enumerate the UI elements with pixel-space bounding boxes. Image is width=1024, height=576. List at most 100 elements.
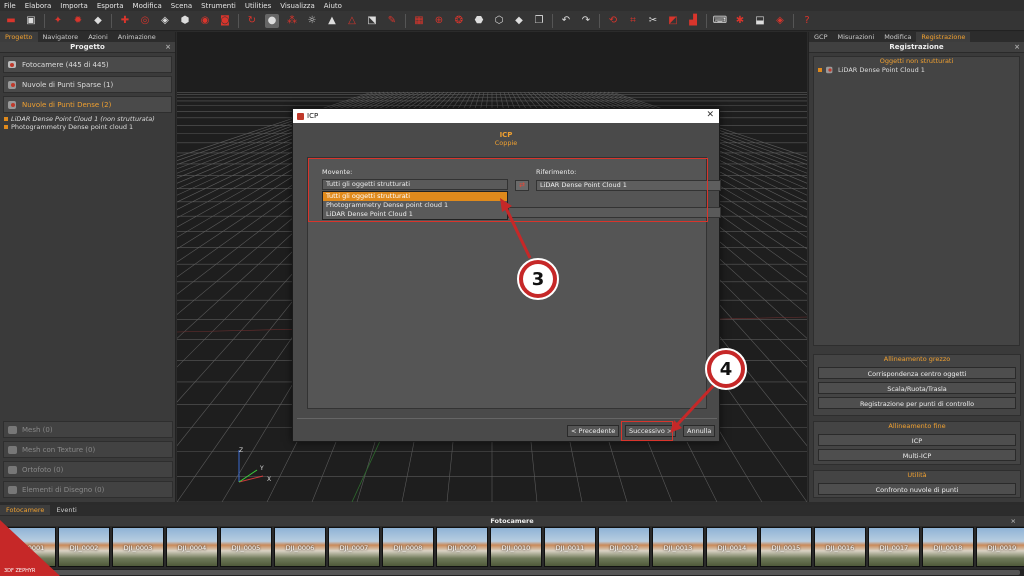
section-mesh[interactable]: Mesh (0) [3, 421, 173, 438]
camera-thumbnail[interactable]: DJI_0007 [328, 527, 380, 567]
section-drawing-elements[interactable]: Elementi di Disegno (0) [3, 481, 173, 498]
section-dense-clouds[interactable]: Nuvole di Punti Dense (2) [3, 96, 172, 113]
triangle-icon[interactable]: △ [345, 14, 359, 28]
tab-fotocamere[interactable]: Fotocamere [0, 505, 51, 515]
menu-modifica[interactable]: Modifica [133, 2, 162, 10]
package-icon[interactable]: ◈ [773, 14, 787, 28]
icp-button[interactable]: ICP [818, 434, 1016, 446]
menu-visualizza[interactable]: Visualizza [280, 2, 314, 10]
help-icon[interactable]: ? [800, 14, 814, 28]
cluster-icon[interactable]: ⁂ [285, 14, 299, 28]
camera-filmstrip[interactable]: DJI_0001DJI_0002DJI_0003DJI_0004DJI_0005… [0, 527, 1024, 569]
settings-icon[interactable]: ✱ [733, 14, 747, 28]
tab-modifica[interactable]: Modifica [879, 32, 916, 42]
filmstrip-scrollbar[interactable] [0, 569, 1024, 576]
sphere-icon[interactable]: ❂ [452, 14, 466, 28]
camera-thumbnail[interactable]: DJI_0002 [58, 527, 110, 567]
measure-icon[interactable]: ⬔ [365, 14, 379, 28]
camera-thumbnail[interactable]: DJI_0008 [382, 527, 434, 567]
menu-strumenti[interactable]: Strumenti [201, 2, 236, 10]
transform-icon[interactable]: ⟲ [606, 14, 620, 28]
list-item[interactable]: LiDAR Dense Point Cloud 1 [814, 66, 1019, 74]
menu-aiuto[interactable]: Aiuto [324, 2, 342, 10]
section-textured-mesh[interactable]: Mesh con Texture (0) [3, 441, 173, 458]
camera-thumbnail[interactable]: DJI_0013 [652, 527, 704, 567]
close-icon[interactable]: × [1011, 516, 1016, 526]
add-photos-icon[interactable]: ✚ [118, 14, 132, 28]
camera-thumbnail[interactable]: DJI_0009 [436, 527, 488, 567]
redo-icon[interactable]: ↷ [579, 14, 593, 28]
section-orthophoto[interactable]: Ortofoto (0) [3, 461, 173, 478]
tab-misurazioni[interactable]: Misurazioni [833, 32, 880, 42]
section-cameras[interactable]: Fotocamere (445 di 445) [3, 56, 172, 73]
diamond-icon[interactable]: ◆ [512, 14, 526, 28]
scrollbar-thumb[interactable] [40, 570, 1020, 575]
tab-eventi[interactable]: Eventi [50, 505, 82, 515]
close-icon[interactable]: × [165, 42, 171, 53]
section-sparse-clouds[interactable]: Nuvole di Punti Sparse (1) [3, 76, 172, 93]
refresh-icon[interactable]: ↻ [245, 14, 259, 28]
camera-thumbnail[interactable]: DJI_0018 [922, 527, 974, 567]
camera-thumbnail[interactable]: DJI_0004 [166, 527, 218, 567]
scale-rotate-translate-button[interactable]: Scala/Ruota/Trasla [818, 382, 1016, 394]
chart-icon[interactable]: ▟ [686, 14, 700, 28]
solid2-icon[interactable]: ⬡ [492, 14, 506, 28]
multi-icp-button[interactable]: Multi-ICP [818, 449, 1016, 461]
previous-button[interactable]: < Precedente [567, 425, 620, 437]
cancel-button[interactable]: Annulla [683, 425, 716, 437]
tab-navigatore[interactable]: Navigatore [38, 32, 84, 42]
camera-icon[interactable]: ◙ [218, 14, 232, 28]
undo-icon[interactable]: ↶ [559, 14, 573, 28]
cut-icon[interactable]: ✂ [646, 14, 660, 28]
camera-thumbnail[interactable]: DJI_0015 [760, 527, 812, 567]
textured-mesh-icon[interactable]: ⬢ [178, 14, 192, 28]
camera-thumbnail[interactable]: DJI_0003 [112, 527, 164, 567]
camera-thumbnail[interactable]: DJI_0006 [274, 527, 326, 567]
compare-clouds-button[interactable]: Confronto nuvole di punti [818, 483, 1016, 495]
code-icon[interactable]: ⌨ [713, 14, 727, 28]
brush-icon[interactable]: ✎ [385, 14, 399, 28]
camera-thumbnail[interactable]: DJI_0012 [598, 527, 650, 567]
control-points-registration-button[interactable]: Registrazione per punti di controllo [818, 397, 1016, 409]
menu-scena[interactable]: Scena [171, 2, 192, 10]
object-center-button[interactable]: Corrispondenza centro oggetti [818, 367, 1016, 379]
camera-thumbnail[interactable]: DJI_0010 [490, 527, 542, 567]
menu-elabora[interactable]: Elabora [25, 2, 52, 10]
menu-esporta[interactable]: Esporta [97, 2, 124, 10]
view-cube-icon[interactable]: ⬓ [753, 14, 767, 28]
tab-gcp[interactable]: GCP [809, 32, 833, 42]
menu-utilities[interactable]: Utilities [245, 2, 271, 10]
layers-icon[interactable]: ▦ [412, 14, 426, 28]
point-selected-icon[interactable]: ● [265, 13, 279, 28]
tab-registrazione[interactable]: Registrazione [916, 32, 971, 42]
tab-animazione[interactable]: Animazione [113, 32, 161, 42]
camera-thumbnail[interactable]: DJI_0016 [814, 527, 866, 567]
list-item[interactable]: Photogrammetry Dense point cloud 1 [0, 123, 175, 131]
copy-icon[interactable]: ❐ [532, 14, 546, 28]
grid-target-icon[interactable]: ⊕ [432, 14, 446, 28]
save-icon[interactable]: ▣ [24, 14, 38, 28]
close-icon[interactable]: × [1014, 42, 1020, 53]
menu-file[interactable]: File [4, 2, 16, 10]
mountain-icon[interactable]: ▲ [325, 14, 339, 28]
bulb-icon[interactable]: ☼ [305, 14, 319, 28]
target2-icon[interactable]: ◉ [198, 14, 212, 28]
crop-icon[interactable]: ⌗ [626, 14, 640, 28]
camera-thumbnail[interactable]: DJI_0019 [976, 527, 1024, 567]
solid-icon[interactable]: ⬣ [472, 14, 486, 28]
list-item[interactable]: LiDAR Dense Point Cloud 1 (non struttura… [0, 115, 175, 123]
tab-progetto[interactable]: Progetto [0, 32, 38, 42]
camera-thumbnail[interactable]: DJI_0014 [706, 527, 758, 567]
new-project-icon[interactable]: ▬ [4, 14, 18, 28]
tab-azioni[interactable]: Azioni [83, 32, 113, 42]
mesh-icon[interactable]: ◆ [91, 14, 105, 28]
target-icon[interactable]: ◎ [138, 14, 152, 28]
dense-cloud-icon[interactable]: ✹ [71, 14, 85, 28]
menu-importa[interactable]: Importa [60, 2, 88, 10]
ruler-icon[interactable]: ◩ [666, 14, 680, 28]
cube-icon[interactable]: ◈ [158, 14, 172, 28]
close-icon[interactable]: ✕ [706, 110, 714, 120]
camera-thumbnail[interactable]: DJI_0005 [220, 527, 272, 567]
workflow-icon[interactable]: ✦ [51, 14, 65, 28]
camera-thumbnail[interactable]: DJI_0011 [544, 527, 596, 567]
